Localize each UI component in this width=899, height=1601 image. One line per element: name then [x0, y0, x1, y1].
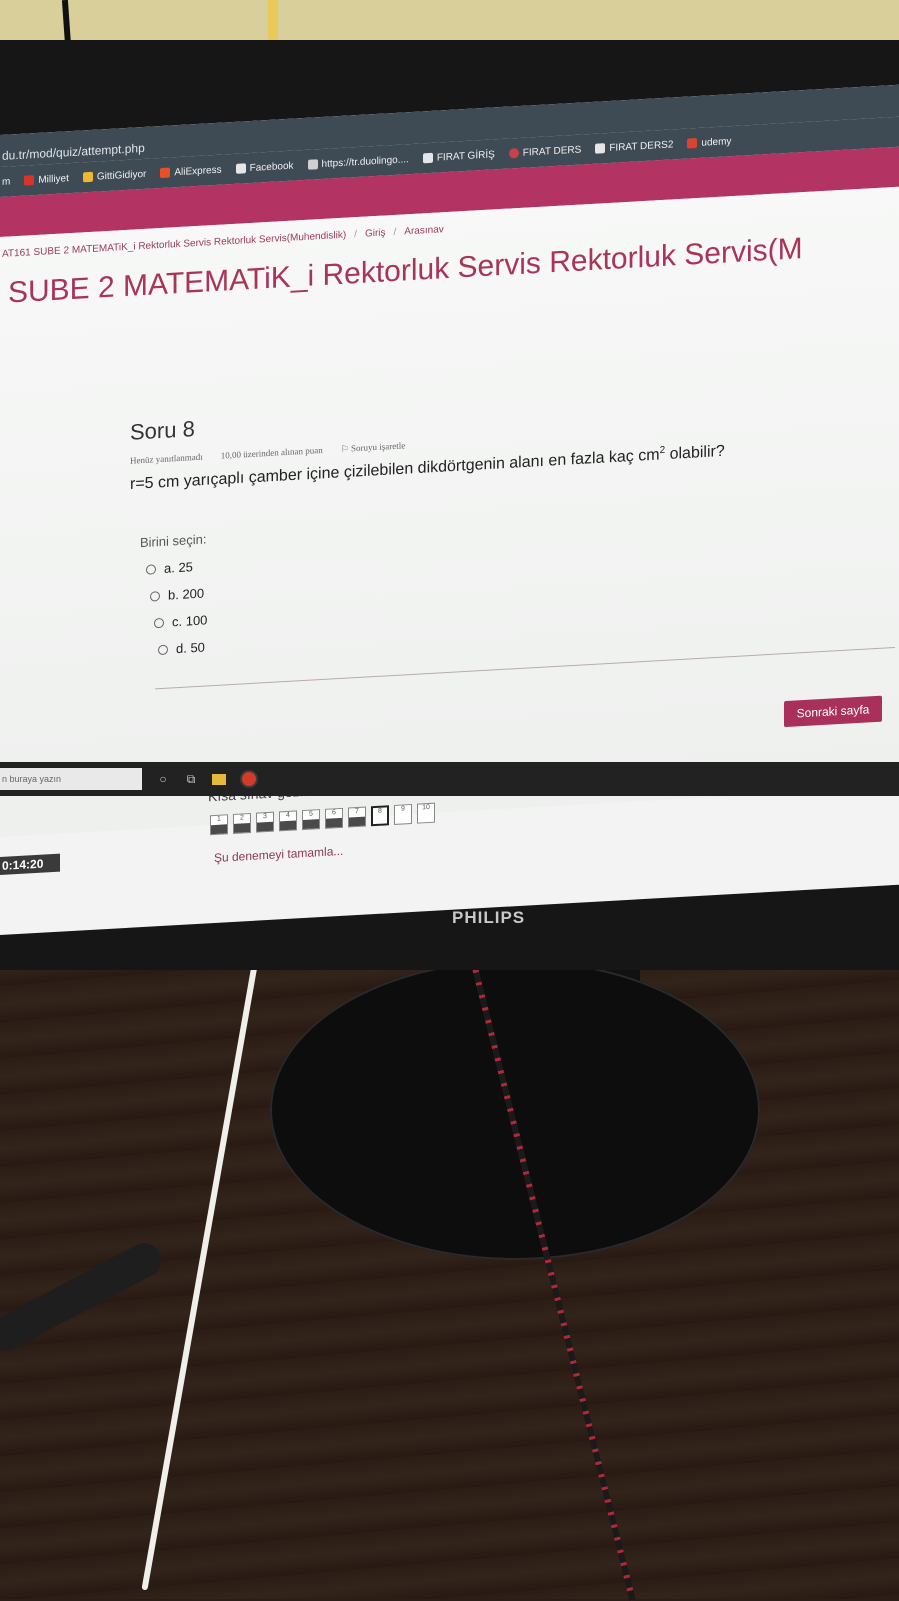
quiz-nav-page-9[interactable]: 9 — [394, 803, 412, 825]
cortana-icon[interactable]: ○ — [156, 772, 170, 786]
bookmark-firat-ders[interactable]: FIRAT DERS — [508, 144, 581, 159]
chrome-icon[interactable] — [240, 770, 258, 788]
screen: du.tr/mod/quiz/attempt.php m Milliyet Gi… — [0, 84, 899, 935]
quiz-nav-page-4[interactable]: 4 — [279, 810, 297, 832]
monitor: du.tr/mod/quiz/attempt.php m Milliyet Gi… — [0, 40, 899, 970]
page-icon — [235, 163, 246, 174]
apps-grid-icon — [307, 159, 318, 170]
quiz-nav-page-3[interactable]: 3 — [256, 811, 274, 833]
radio-button[interactable] — [146, 564, 156, 575]
breadcrumb-course[interactable]: AT161 SUBE 2 MATEMATiK_i Rektorluk Servi… — [2, 230, 346, 260]
bookmark-firat-giris[interactable]: FIRAT GİRİŞ — [422, 149, 495, 164]
aliexpress-icon — [160, 167, 171, 179]
radio-button[interactable] — [158, 644, 168, 655]
flag-icon: ⚐ — [340, 443, 352, 454]
taskbar: n buraya yazın ○ ⧉ — [0, 762, 899, 796]
breadcrumb-quiz[interactable]: Arasınav — [404, 224, 443, 237]
bookmark-gittigidiyor[interactable]: GittiGidiyor — [82, 168, 146, 183]
quiz-nav-page-7[interactable]: 7 — [348, 806, 366, 828]
next-page-button[interactable]: Sonraki sayfa — [784, 695, 882, 728]
finish-attempt-link[interactable]: Şu denemeyi tamamla... — [214, 844, 343, 865]
bookmark-udemy[interactable]: udemy — [687, 136, 731, 149]
monitor-stand-base — [270, 960, 760, 1260]
breadcrumb-section[interactable]: Giriş — [365, 227, 386, 239]
quiz-timer: 0:14:20 — [0, 853, 60, 875]
page-icon — [595, 143, 606, 154]
udemy-icon — [687, 138, 698, 149]
flag-question[interactable]: ⚐ Soruyu işaretle — [341, 440, 406, 455]
page-icon — [422, 152, 433, 164]
question-status: Henüz yanıtlanmadı — [130, 451, 203, 466]
radio-button[interactable] — [150, 590, 160, 602]
main-content: AT161 SUBE 2 MATEMATiK_i Rektorluk Servi… — [0, 186, 899, 875]
breadcrumb-separator: / — [393, 226, 397, 238]
question-block: Soru 8 Henüz yanıtlanmadı 10,00 üzerinde… — [130, 377, 890, 659]
quiz-nav-page-2[interactable]: 2 — [233, 812, 251, 834]
firat-icon — [508, 147, 519, 159]
quiz-nav-page-8[interactable]: 8 — [371, 805, 389, 827]
question-points: 10,00 üzerinden alınan puan — [220, 444, 323, 461]
divider — [155, 646, 895, 690]
quiz-nav-page-1[interactable]: 1 — [210, 814, 228, 836]
quiz-navigation: 1 2 3 4 5 6 7 8 9 10 — [210, 802, 435, 836]
bookmark-facebook[interactable]: Facebook — [235, 160, 294, 174]
bookmark-firat-ders2[interactable]: FIRAT DERS2 — [595, 139, 673, 154]
gittigidiyor-icon — [82, 171, 93, 183]
bookmark-milliyet[interactable]: Milliyet — [24, 173, 69, 186]
bookmark-m[interactable]: m — [2, 176, 10, 187]
taskbar-search-input[interactable]: n buraya yazın — [0, 768, 142, 790]
file-explorer-icon[interactable] — [212, 773, 226, 785]
wall-strip — [268, 0, 278, 44]
radio-button[interactable] — [154, 617, 164, 629]
milliyet-icon — [24, 175, 35, 186]
breadcrumb-separator: / — [354, 229, 357, 241]
quiz-nav-page-10[interactable]: 10 — [417, 802, 435, 824]
task-view-icon[interactable]: ⧉ — [184, 772, 198, 786]
bookmark-aliexpress[interactable]: AliExpress — [160, 164, 222, 179]
monitor-brand-logo: PHILIPS — [452, 908, 526, 927]
quiz-nav-page-5[interactable]: 5 — [302, 809, 320, 831]
bookmark-duolingo[interactable]: https://tr.duolingo.... — [307, 154, 409, 171]
quiz-nav-page-6[interactable]: 6 — [325, 807, 343, 829]
